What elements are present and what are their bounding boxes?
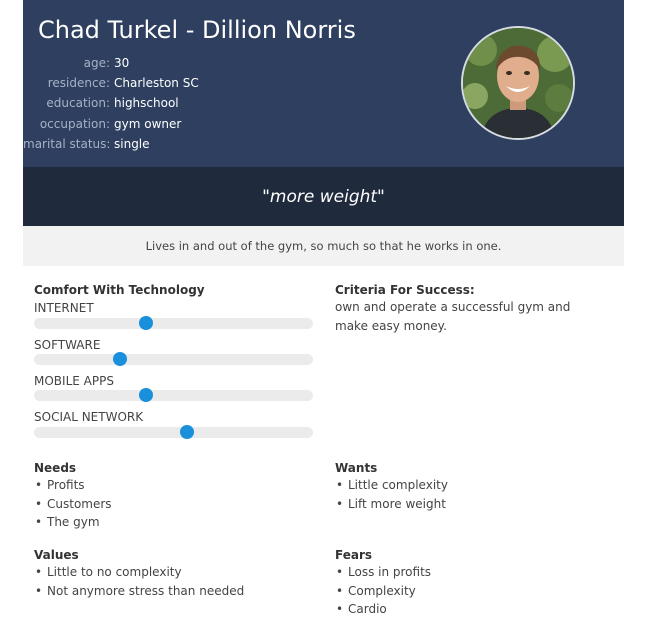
- info-label: occupation:: [39, 116, 110, 131]
- list-item: Little complexity: [335, 476, 448, 495]
- list-item: Lift more weight: [335, 495, 448, 514]
- persona-card: Chad Turkel - Dillion Norris age: 30 res…: [23, 0, 624, 637]
- persona-quote: "more weight": [262, 186, 385, 207]
- slider-software[interactable]: [34, 352, 313, 366]
- technology-title: Comfort With Technology: [34, 283, 205, 297]
- values-list: Little to no complexity Not anymore stre…: [34, 563, 244, 600]
- list-item: The gym: [34, 513, 112, 532]
- info-row-education: education: highschool: [23, 93, 199, 113]
- bio-band: Lives in and out of the gym, so much so …: [23, 226, 624, 266]
- wants-title: Wants: [335, 461, 378, 475]
- info-row-occupation: occupation: gym owner: [23, 114, 199, 134]
- info-value: 30: [114, 56, 130, 71]
- list-item: Little to no complexity: [34, 563, 244, 582]
- info-row-marital-status: marital status: single: [23, 134, 199, 154]
- info-label: age:: [83, 56, 110, 71]
- info-label: education:: [46, 96, 110, 111]
- info-value: gym owner: [114, 116, 182, 131]
- persona-info: age: 30 residence: Charleston SC educati…: [23, 53, 199, 154]
- slider-label-internet: INTERNET: [34, 301, 94, 315]
- fears-list: Loss in profits Complexity Cardio: [335, 563, 431, 619]
- slider-thumb[interactable]: [113, 352, 128, 366]
- info-label: marital status:: [23, 136, 111, 151]
- criteria-text: own and operate a successful gym and mak…: [335, 300, 571, 333]
- info-label: residence:: [47, 76, 110, 91]
- slider-thumb[interactable]: [138, 316, 153, 330]
- needs-title: Needs: [34, 461, 77, 475]
- list-item: Not anymore stress than needed: [34, 582, 244, 601]
- info-row-residence: residence: Charleston SC: [23, 73, 199, 93]
- needs-list: Profits Customers The gym: [34, 476, 112, 532]
- persona-header: Chad Turkel - Dillion Norris age: 30 res…: [23, 0, 624, 167]
- info-value: Charleston SC: [114, 76, 199, 91]
- avatar-photo: [463, 28, 573, 138]
- slider-internet[interactable]: [34, 316, 313, 330]
- avatar: [461, 26, 575, 140]
- list-item: Complexity: [335, 582, 431, 601]
- persona-name: Chad Turkel - Dillion Norris: [38, 16, 356, 44]
- slider-thumb[interactable]: [180, 425, 195, 439]
- list-item: Profits: [34, 476, 112, 495]
- slider-mobile-apps[interactable]: [34, 388, 313, 402]
- slider-thumb[interactable]: [138, 388, 153, 402]
- slider-social-network[interactable]: [34, 425, 313, 439]
- info-value: single: [114, 136, 150, 151]
- info-row-age: age: 30: [23, 53, 199, 73]
- slider-label-mobile-apps: MOBILE APPS: [34, 374, 114, 388]
- wants-list: Little complexity Lift more weight: [335, 476, 448, 513]
- values-title: Values: [34, 548, 79, 562]
- quote-band: "more weight": [23, 167, 624, 226]
- list-item: Cardio: [335, 600, 431, 619]
- criteria-title: Criteria For Success:: [335, 283, 475, 297]
- list-item: Loss in profits: [335, 563, 431, 582]
- slider-label-social-network: SOCIAL NETWORK: [34, 410, 144, 424]
- slider-label-software: SOFTWARE: [34, 338, 101, 352]
- persona-bio: Lives in and out of the gym, so much so …: [145, 239, 502, 253]
- list-item: Customers: [34, 495, 112, 514]
- info-value: highschool: [114, 96, 179, 111]
- fears-title: Fears: [335, 548, 373, 562]
